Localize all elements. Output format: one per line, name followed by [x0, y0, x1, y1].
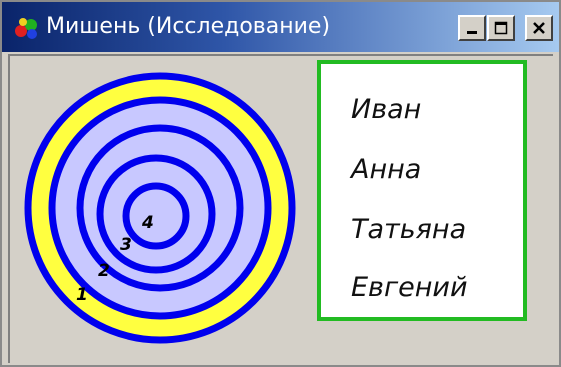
target-bullseye[interactable] — [122, 182, 190, 250]
list-item-name[interactable]: Татьяна — [351, 214, 466, 245]
title-bar[interactable]: Мишень (Исследование) — [2, 2, 559, 52]
close-button[interactable] — [525, 15, 553, 41]
ring-label-4: 4 — [141, 213, 154, 233]
list-item-name[interactable]: Иван — [351, 94, 421, 125]
minimize-icon — [467, 31, 477, 34]
ring-label-2: 2 — [98, 261, 110, 281]
close-icon — [533, 22, 545, 34]
list-item-name[interactable]: Евгений — [351, 272, 468, 303]
ring-label-1: 1 — [76, 285, 88, 305]
target-board[interactable]: 1 2 3 4 — [20, 58, 300, 348]
list-item-name[interactable]: Анна — [351, 154, 421, 185]
app-icon — [15, 18, 37, 39]
names-list: Иван Анна Татьяна Евгений — [317, 60, 527, 321]
maximize-button[interactable] — [487, 15, 515, 41]
maximize-icon — [494, 21, 508, 35]
ring-label-3: 3 — [120, 235, 132, 255]
minimize-button[interactable] — [458, 15, 486, 41]
window-title: Мишень (Исследование) — [46, 14, 331, 39]
